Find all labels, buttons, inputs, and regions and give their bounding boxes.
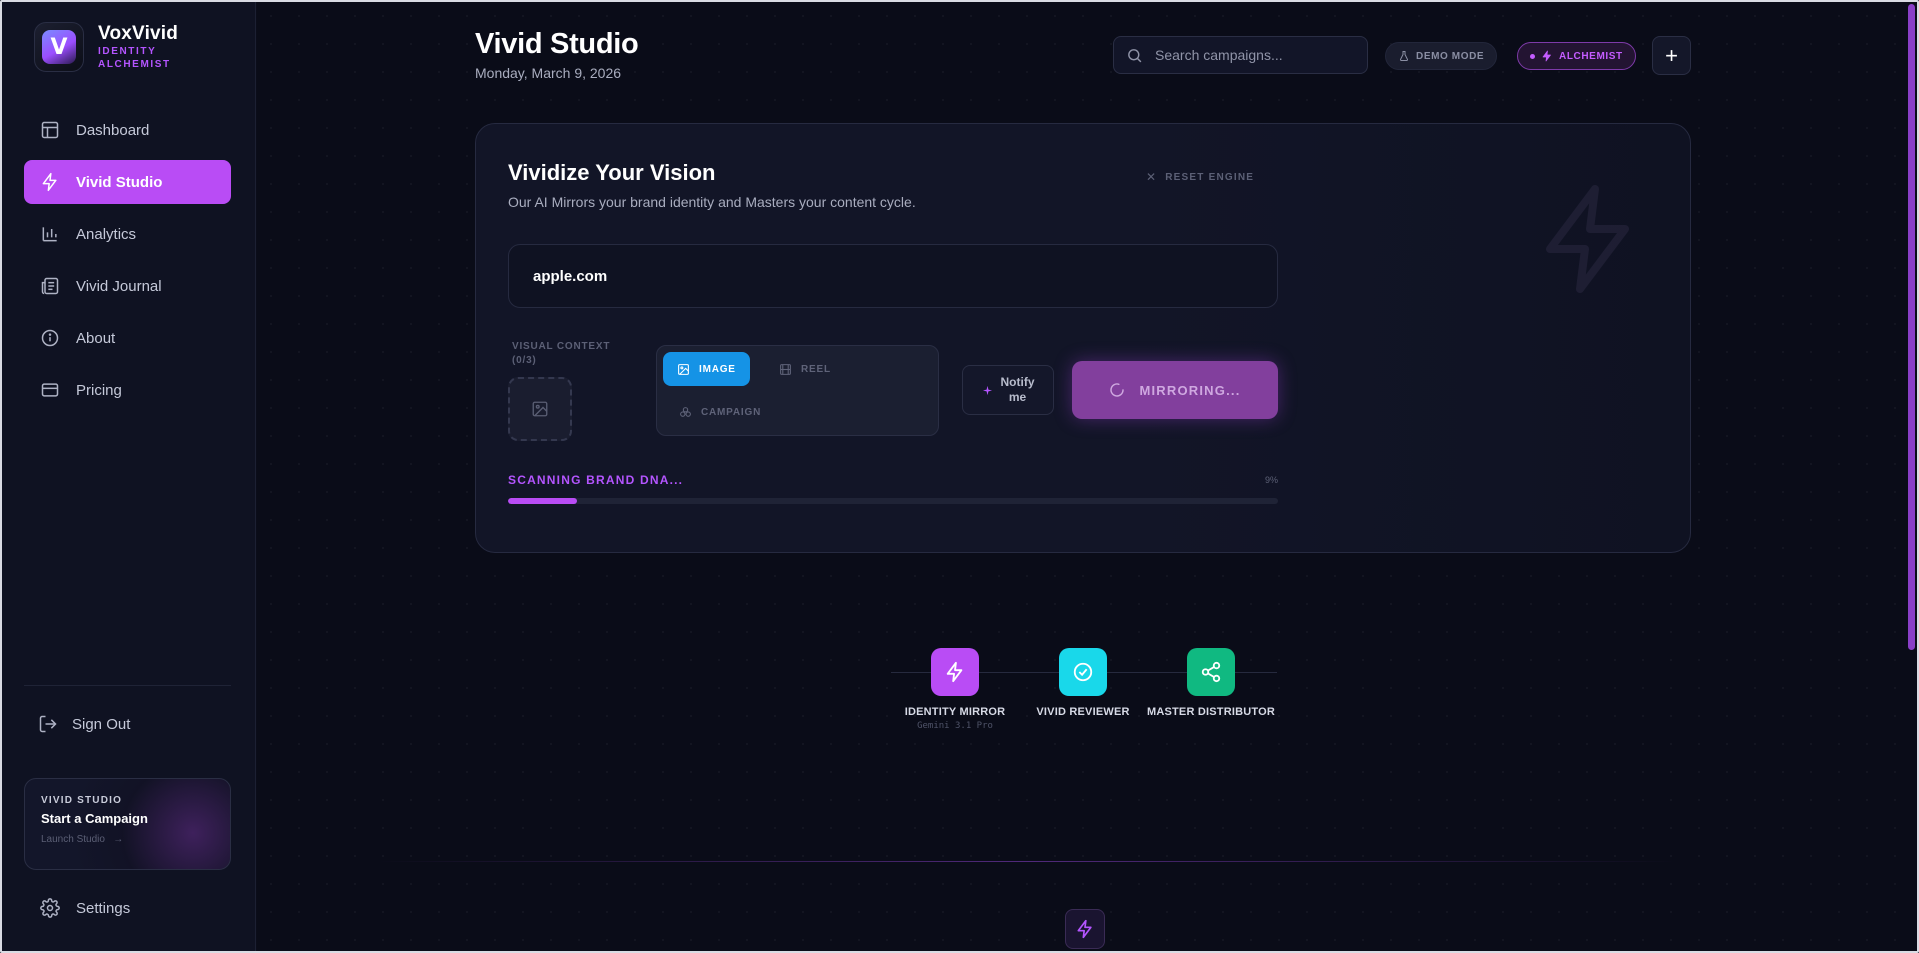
layout-icon	[40, 120, 60, 140]
visual-context-label: VISUAL CONTEXT (0/3)	[512, 341, 611, 366]
agent-name: MASTER DISTRIBUTOR	[1146, 706, 1276, 718]
bolt-watermark-icon	[1546, 185, 1629, 293]
studio-title: Vividize Your Vision	[508, 160, 716, 185]
agent-vivid-reviewer[interactable]: VIVID REVIEWER	[1018, 648, 1148, 718]
progress-bar	[508, 498, 1278, 504]
bolt-icon	[1542, 50, 1551, 62]
sidebar-divider	[24, 685, 231, 686]
sidebar-item-label: Pricing	[76, 381, 122, 399]
newspaper-icon	[40, 276, 60, 296]
share-icon	[1201, 661, 1221, 683]
search-box[interactable]	[1113, 36, 1368, 74]
gear-icon	[40, 898, 60, 918]
settings-label: Settings	[76, 899, 131, 917]
brand-url-input[interactable]	[508, 244, 1278, 308]
mode-campaign-button[interactable]: CAMPAIGN	[665, 395, 775, 429]
content-type-selector: IMAGE REEL CAMPAIGN	[656, 345, 939, 436]
promo-tag: VIVID STUDIO	[41, 795, 123, 806]
sidebar: V VoxVivid IDENTITY ALCHEMIST Dashboard …	[2, 2, 256, 951]
sidebar-item-label: Vivid Journal	[76, 277, 162, 295]
mode-reel-button[interactable]: REEL	[765, 352, 845, 386]
arrow-right-icon: →	[107, 834, 124, 845]
agent-identity-mirror[interactable]: IDENTITY MIRROR Gemini 3.1 Pro	[890, 648, 1020, 731]
app-window: V VoxVivid IDENTITY ALCHEMIST Dashboard …	[0, 0, 1919, 953]
demo-mode-badge[interactable]: DEMO MODE	[1385, 42, 1498, 70]
sparkle-icon	[982, 385, 992, 395]
main-content: Vivid Studio Monday, March 9, 2026 DEMO …	[257, 2, 1917, 951]
bolt-icon	[40, 172, 60, 192]
search-icon	[1128, 48, 1142, 62]
footer-logo-button[interactable]	[1065, 909, 1105, 949]
footer-divider	[377, 861, 1677, 862]
add-button[interactable]: +	[1652, 36, 1691, 75]
scan-status: SCANNING BRAND DNA...	[508, 473, 684, 487]
check-circle-icon	[1073, 662, 1093, 682]
layers-icon	[680, 406, 691, 417]
sidebar-item-vivid-journal[interactable]: Vivid Journal	[24, 264, 231, 308]
sidebar-nav: Dashboard Vivid Studio Analytics Vivid J…	[24, 108, 231, 420]
mirroring-button[interactable]: MIRRORING...	[1072, 361, 1278, 419]
brand-tagline-2: ALCHEMIST	[98, 59, 171, 70]
promo-title: Start a Campaign	[41, 811, 148, 826]
flask-icon	[1399, 51, 1409, 61]
reset-engine-button[interactable]: ✕ RESET ENGINE	[1146, 170, 1254, 184]
bolt-icon	[946, 661, 963, 683]
sidebar-item-dashboard[interactable]: Dashboard	[24, 108, 231, 152]
film-icon	[780, 363, 791, 375]
studio-subtitle: Our AI Mirrors your brand identity and M…	[508, 194, 916, 210]
page-title: Vivid Studio	[475, 28, 639, 60]
status-dot	[1530, 53, 1535, 59]
agent-icon-box	[1187, 648, 1235, 696]
loader-icon	[1110, 383, 1125, 397]
start-campaign-card[interactable]: VIVID STUDIO Start a Campaign Launch Stu…	[24, 778, 231, 870]
progress-percent: 9%	[1264, 475, 1278, 485]
settings-button[interactable]: Settings	[24, 890, 130, 926]
notify-me-button[interactable]: Notify me	[962, 365, 1054, 415]
sidebar-item-label: Dashboard	[76, 121, 150, 139]
mode-image-button[interactable]: IMAGE	[663, 352, 750, 386]
credit-card-icon	[40, 380, 60, 400]
agent-name: VIVID REVIEWER	[1036, 706, 1130, 718]
agent-name: IDENTITY MIRROR	[904, 706, 1006, 718]
sidebar-item-about[interactable]: About	[24, 316, 231, 360]
visual-context-upload[interactable]	[508, 377, 572, 441]
studio-card: Vividize Your Vision Our AI Mirrors your…	[475, 123, 1691, 553]
bolt-icon	[1077, 919, 1092, 939]
sidebar-item-label: Vivid Studio	[76, 173, 163, 191]
progress-fill	[508, 498, 578, 504]
agent-icon-box	[931, 648, 979, 696]
plan-badge[interactable]: ALCHEMIST	[1517, 42, 1636, 70]
search-input[interactable]	[1155, 47, 1345, 63]
scrollbar[interactable]	[1908, 4, 1915, 650]
info-icon	[40, 328, 60, 348]
brand-tagline-1: IDENTITY	[98, 46, 157, 57]
brand-logo: V	[34, 22, 84, 72]
close-icon: ✕	[1146, 170, 1158, 184]
log-out-icon	[39, 715, 57, 733]
image-icon	[678, 363, 689, 375]
agent-master-distributor[interactable]: MASTER DISTRIBUTOR	[1146, 648, 1276, 718]
page-date: Monday, March 9, 2026	[475, 65, 622, 81]
sidebar-item-pricing[interactable]: Pricing	[24, 368, 231, 412]
agent-model: Gemini 3.1 Pro	[917, 721, 993, 731]
sidebar-item-label: About	[76, 329, 116, 347]
image-icon	[532, 401, 548, 417]
sign-out-label: Sign Out	[72, 715, 131, 733]
sidebar-item-vivid-studio[interactable]: Vivid Studio	[24, 160, 231, 204]
agent-icon-box	[1059, 648, 1107, 696]
brand-name: VoxVivid	[98, 23, 179, 44]
brand[interactable]: V VoxVivid IDENTITY ALCHEMIST	[34, 22, 178, 72]
sidebar-item-analytics[interactable]: Analytics	[24, 212, 231, 256]
launch-studio-link[interactable]: Launch Studio →	[41, 834, 214, 845]
bar-chart-icon	[40, 224, 60, 244]
sidebar-item-label: Analytics	[76, 225, 137, 243]
brand-logo-mark: V	[42, 30, 76, 64]
sign-out-button[interactable]: Sign Out	[24, 706, 130, 742]
